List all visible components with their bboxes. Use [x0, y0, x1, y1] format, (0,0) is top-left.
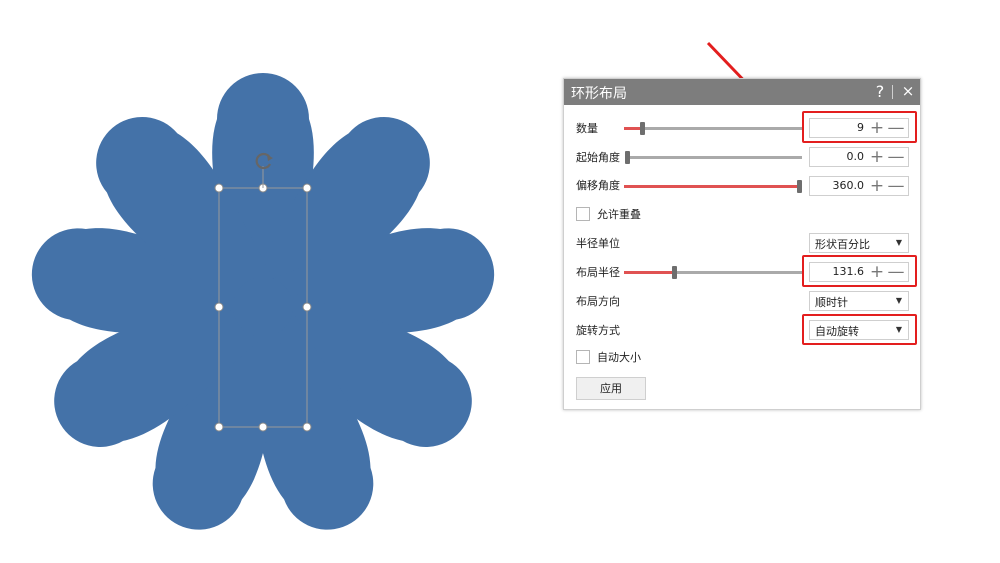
auto-size-checkbox[interactable] — [576, 350, 590, 364]
dropdown-arrow-icon: ▼ — [895, 296, 902, 305]
start-angle-decrement-button[interactable]: — — [887, 148, 905, 166]
radius-unit-select[interactable]: 形状百分比 ▼ — [809, 233, 909, 253]
offset-angle-slider[interactable] — [624, 185, 799, 188]
layout-radius-slider-thumb[interactable] — [671, 266, 677, 279]
offset-angle-slider-fill — [624, 185, 799, 188]
resize-handle[interactable] — [214, 422, 224, 432]
resize-handle[interactable] — [258, 422, 268, 432]
offset-angle-label: 偏移角度 — [576, 179, 620, 192]
titlebar-divider — [892, 85, 893, 99]
layout-radius-label: 布局半径 — [576, 266, 620, 279]
offset-angle-value: 360.0 — [832, 179, 865, 192]
panel-title: 环形布局 — [571, 86, 627, 102]
count-highlight-box — [802, 111, 917, 143]
allow-overlap-checkbox[interactable] — [576, 207, 590, 221]
start-angle-slider-thumb[interactable] — [625, 151, 630, 164]
start-angle-slider[interactable] — [627, 156, 802, 159]
resize-handle[interactable] — [214, 302, 224, 312]
start-angle-value: 0.0 — [846, 150, 865, 163]
start-angle-increment-button[interactable]: + — [868, 148, 886, 166]
circular-layout-shape[interactable] — [24, 73, 503, 544]
apply-button[interactable]: 应用 — [576, 377, 646, 400]
count-slider[interactable] — [624, 127, 802, 130]
rotation-mode-label: 旋转方式 — [576, 324, 620, 337]
start-angle-input[interactable]: 0.0 + — — [809, 147, 909, 167]
radius-unit-label: 半径单位 — [576, 237, 620, 250]
layout-radius-highlight-box — [802, 255, 917, 287]
close-icon[interactable]: × — [900, 82, 916, 102]
allow-overlap-label: 允许重叠 — [597, 208, 641, 221]
offset-angle-increment-button[interactable]: + — [868, 177, 886, 195]
layout-direction-value: 顺时针 — [815, 296, 848, 309]
rotation-mode-highlight-box — [802, 314, 917, 345]
radius-unit-value: 形状百分比 — [815, 238, 870, 251]
offset-angle-input[interactable]: 360.0 + — — [809, 176, 909, 196]
layout-direction-label: 布局方向 — [576, 295, 620, 308]
resize-handle[interactable] — [302, 183, 312, 193]
petal-center — [233, 277, 293, 337]
offset-angle-slider-thumb[interactable] — [797, 180, 802, 193]
layout-direction-select[interactable]: 顺时针 ▼ — [809, 291, 909, 311]
auto-size-label: 自动大小 — [597, 351, 641, 364]
resize-handle[interactable] — [302, 422, 312, 432]
resize-handle[interactable] — [302, 302, 312, 312]
help-icon[interactable]: ? — [872, 82, 888, 102]
count-slider-thumb[interactable] — [639, 122, 645, 135]
offset-angle-decrement-button[interactable]: — — [887, 177, 905, 195]
panel-titlebar: 环形布局 ? × — [564, 79, 920, 105]
start-angle-label: 起始角度 — [576, 151, 620, 164]
resize-handle[interactable] — [214, 183, 224, 193]
layout-radius-slider[interactable] — [624, 271, 802, 274]
dropdown-arrow-icon: ▼ — [895, 238, 902, 247]
layout-radius-slider-fill — [624, 271, 674, 274]
count-label: 数量 — [576, 122, 598, 135]
